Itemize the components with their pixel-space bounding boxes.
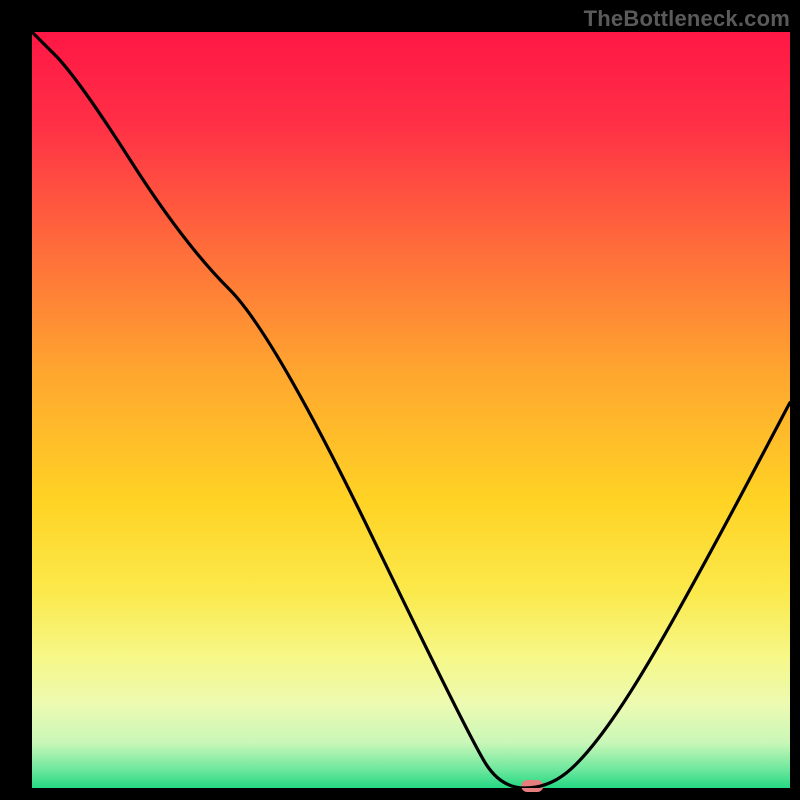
plot-background (32, 32, 790, 788)
chart-frame: TheBottleneck.com (0, 0, 800, 800)
watermark-text: TheBottleneck.com (584, 6, 790, 32)
bottleneck-chart (0, 0, 800, 800)
